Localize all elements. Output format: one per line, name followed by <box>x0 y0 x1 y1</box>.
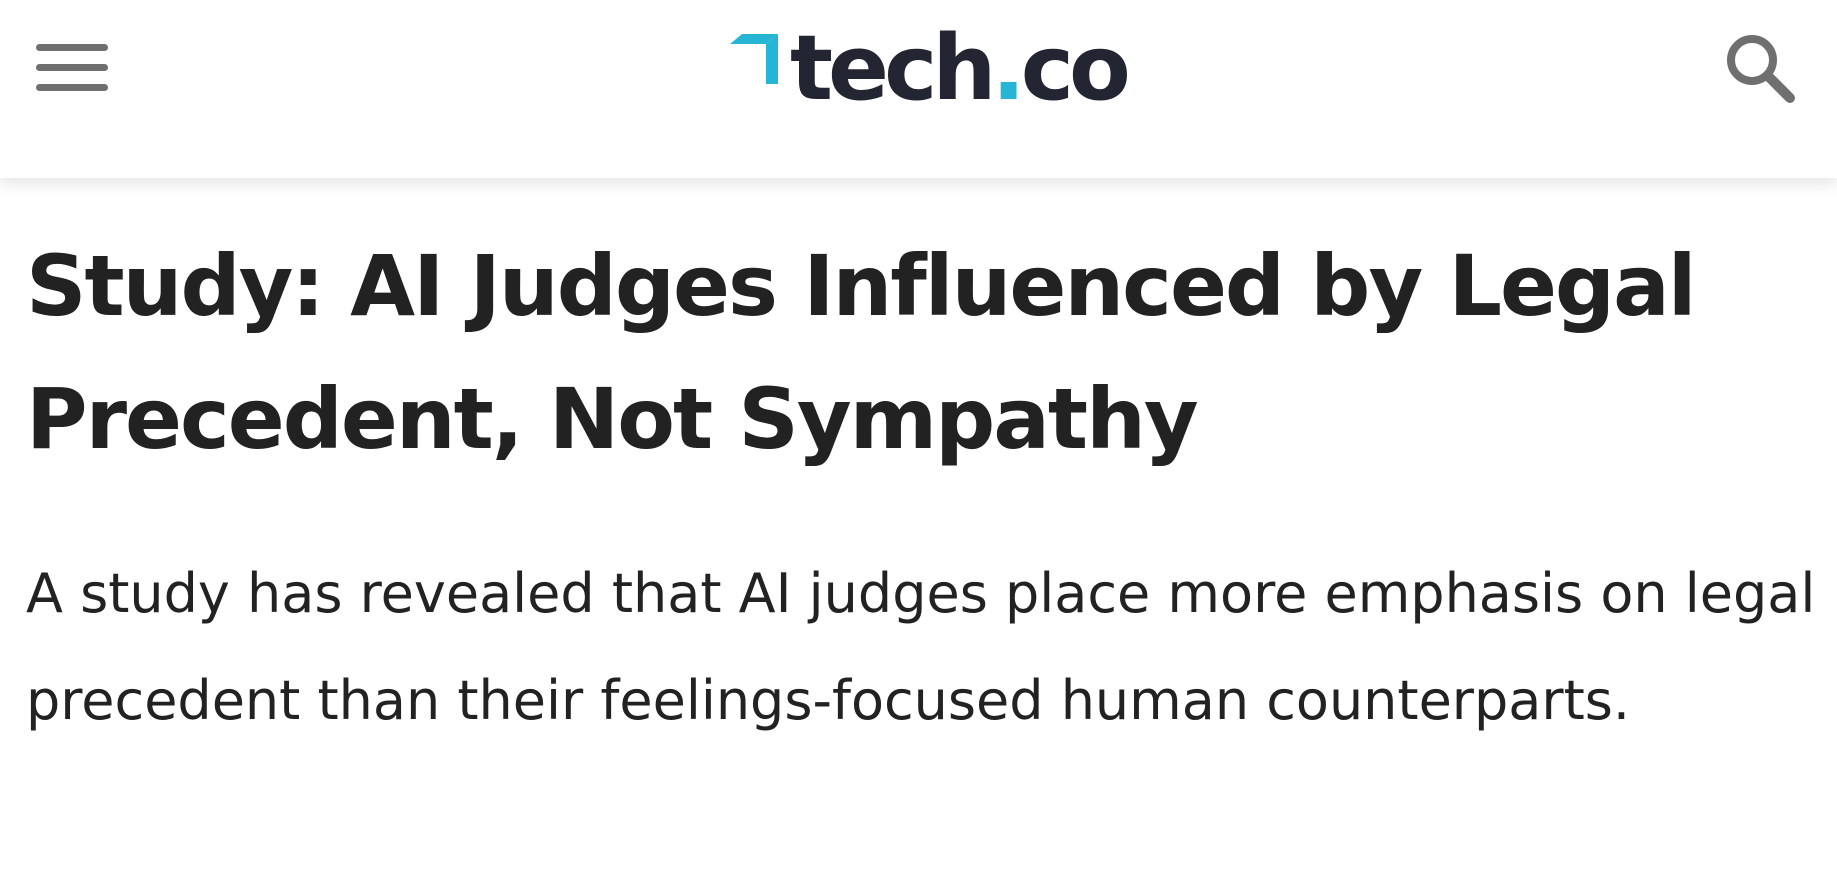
logo-mark-icon <box>730 34 778 84</box>
logo-wordmark: tech.co <box>790 24 1131 114</box>
article-content: Study: AI Judges Influenced by Legal Pre… <box>26 237 1816 754</box>
logo-suffix: co <box>1020 16 1131 121</box>
site-logo[interactable]: tech.co <box>728 24 1131 114</box>
logo-dot: . <box>991 16 1025 121</box>
search-icon-graphic <box>1727 35 1795 103</box>
menu-bar <box>36 84 108 91</box>
hamburger-menu-icon[interactable] <box>34 40 110 96</box>
search-icon[interactable] <box>1724 32 1798 106</box>
article-headline: Study: AI Judges Influenced by Legal Pre… <box>26 237 1697 468</box>
article-summary: A study has revealed that AI judges plac… <box>26 562 1816 732</box>
menu-bar <box>36 44 108 51</box>
site-header: tech.co <box>0 0 1837 178</box>
logo-text: tech <box>790 16 996 121</box>
menu-bar <box>36 64 108 71</box>
